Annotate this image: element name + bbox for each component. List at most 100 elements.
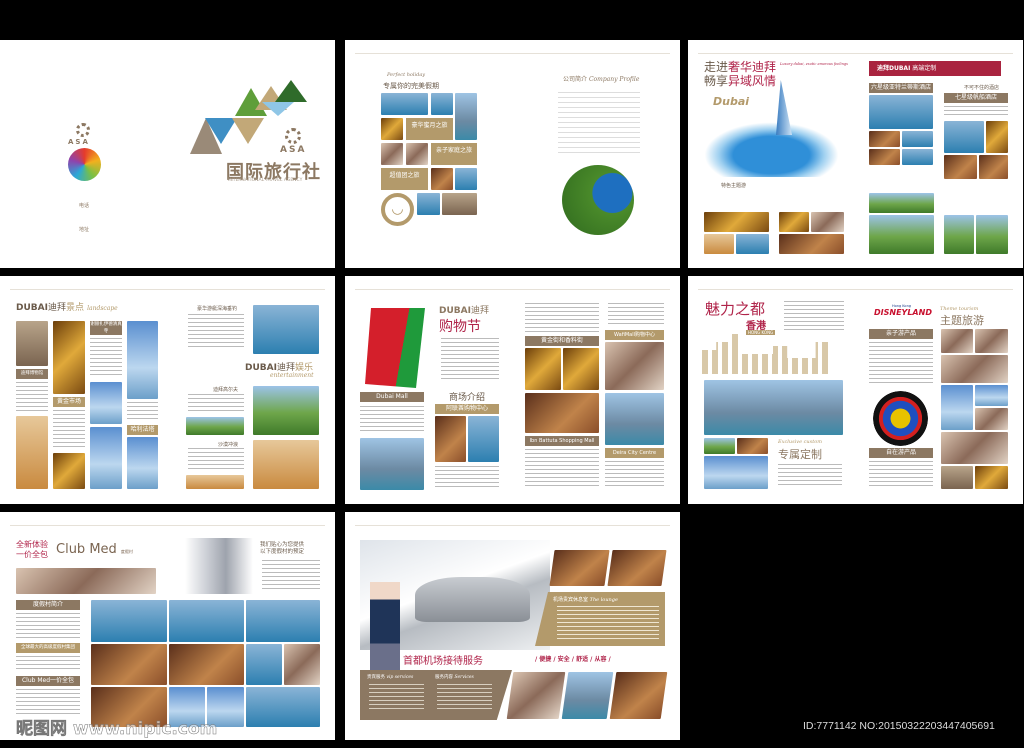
header-rule [10,289,325,290]
profile-text-lines [558,92,640,156]
text-block [869,461,933,488]
service-values: / 便捷 / 安全 / 舒适 / 从容 / [535,656,611,663]
mall-label: Deira City Centre [605,448,664,458]
sight-label: 黄金市场 [53,397,85,407]
clubmed-logo: Club Med 度假村 [56,542,133,557]
title-d: 异域风情 [728,74,777,88]
photo [944,155,977,179]
title-c: 畅享 [704,74,729,88]
header-rule [355,289,670,290]
photo [253,440,319,489]
asa-logo-icon [76,123,90,137]
text-block [90,338,122,378]
text-block [16,382,48,412]
phone-label: 电话 [79,203,90,209]
value-3: 舒适 [576,656,589,663]
red-bar-brand: 迪拜DUBAI [877,65,911,72]
vip-title: 贵宾服务 [367,675,385,680]
header-rule [698,289,1013,290]
red-title-bar: 迪拜DUBAI 高端定制 [869,61,1001,76]
clubmed-spread: 全新体验 一价全包 Club Med 度假村 我们贴心为您提供 以下度假村的预定… [0,512,335,740]
malls-heading: 商场介绍 [449,393,486,403]
photo [53,321,85,394]
services-script: Services [454,675,474,680]
photo [381,118,403,140]
text-block [437,684,492,712]
photo [944,215,974,254]
photo [127,321,158,399]
theme-title: 主题旅游 [940,314,984,327]
photo [975,385,1008,406]
mall-label: 黄金街和香料街 [525,336,599,346]
must-stay-heading: 不可不住的酒店 [964,85,1000,91]
lounge-script: The lounge [589,597,618,603]
lounge-heading: 机场贵宾休息室 The lounge [553,596,618,603]
photo [253,305,319,354]
photo [169,600,244,642]
photo [704,212,769,232]
red-bar-title: 高端定制 [912,65,937,72]
section-title: 专属你的完美假期 [383,82,439,90]
skyline-illustration [702,334,830,374]
photo [431,168,453,190]
golf-heading: 迪拜高尔夫 [213,387,239,393]
slogan-2: 一价全包 [16,550,48,559]
photo [609,672,668,719]
photo [979,155,1008,179]
photo [186,475,244,489]
photo [941,355,1008,383]
photo [16,321,48,366]
title-a: 迪拜 [470,306,489,316]
text-block [435,466,499,488]
text-block [16,689,80,717]
staff-photo [185,538,253,594]
dubai-shopping-spread: DUBAI迪拜 购物节 Dubai Mall 商场介绍 阿联酋购物中心 黄金街和… [345,276,680,504]
photo [975,408,1008,430]
custom-script: Exclusive custom [778,439,822,445]
photo [246,600,320,642]
title-brand-line: DUBAI迪拜 [439,303,489,316]
hotel-label: 七星级帆船酒店 [944,93,1008,103]
photo [975,466,1008,489]
photo [607,550,667,586]
photo [284,644,320,685]
photo [90,382,122,424]
desert-heading: 沙漠冲浪 [218,442,239,448]
info-bar: 全球最大的高级度假村集团 [16,643,80,653]
photo [549,550,610,586]
photo [381,93,428,115]
car-image [415,577,530,622]
photo [976,215,1008,254]
photo [406,143,428,165]
vip-heading: 贵宾服务 vip services [367,674,413,680]
text-block [188,314,244,350]
sight-label: 谢赫扎伊德清真寺 [90,321,122,335]
promise-1: 我们贴心为您提供 [260,542,305,548]
tile-label: 亲子家庭之旅 [431,143,477,165]
custom-title: 专属定制 [778,448,822,461]
text-block [525,449,599,487]
photo [360,438,424,490]
photo [975,329,1008,353]
text-block [778,464,842,488]
photo [869,193,934,213]
photo [246,644,282,685]
sight-label: 哈利法塔 [127,425,158,435]
tile-label: 超值团之旅 [381,168,428,190]
text-block [869,342,933,386]
clubmed-brand: Club Med [56,542,117,557]
clubmed-brand-cn: 度假村 [120,549,133,554]
photo [91,644,167,685]
photo [186,417,244,435]
title-festival: 购物节 [439,319,481,335]
photo [455,93,477,140]
photo [253,386,319,435]
photo [704,456,768,489]
header-rule [698,53,1013,54]
fishing-heading: 豪华游艇深海垂钓 [197,306,238,312]
photo [435,416,466,462]
photo [944,121,984,153]
text-block [369,684,424,712]
smiley-icon: ◡ [381,193,414,226]
product-bar: 自在游产品 [869,448,933,458]
